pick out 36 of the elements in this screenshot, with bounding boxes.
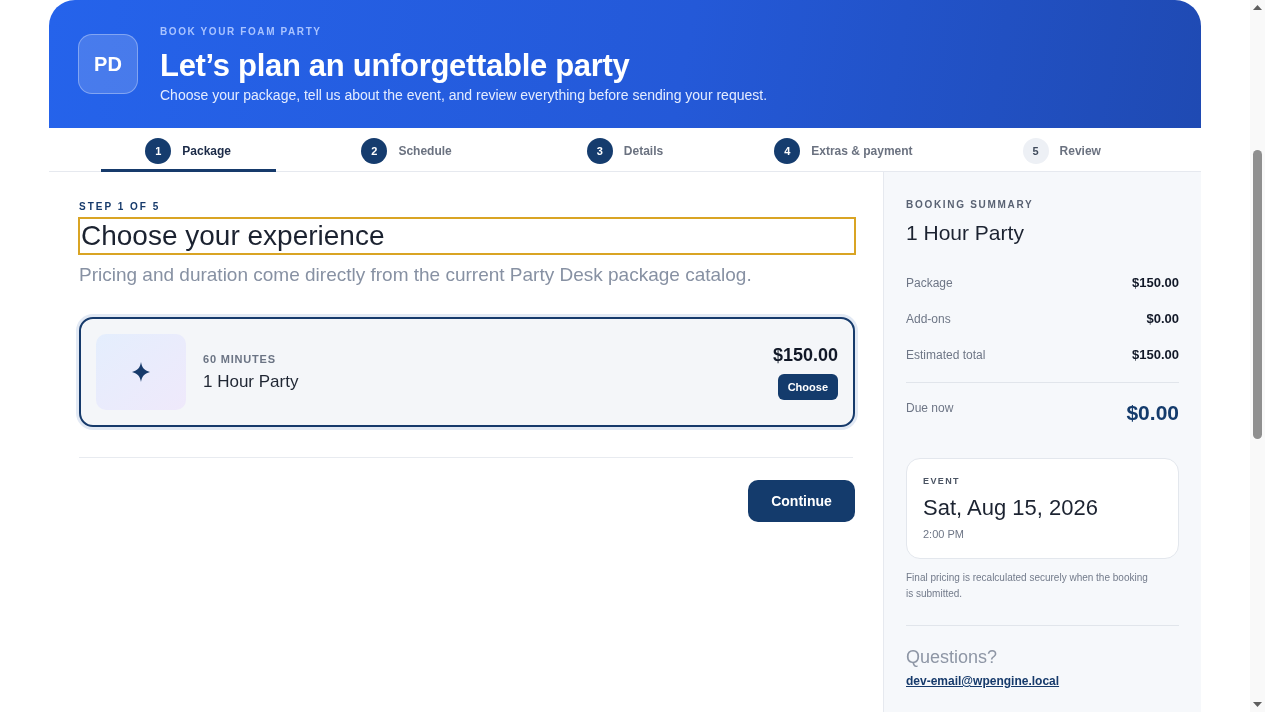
logo: PD [78,34,138,94]
header-eyebrow: BOOK YOUR FOAM PARTY [160,24,323,39]
summary-value: $0.00 [1146,311,1179,327]
page-subtitle: Choose your package, tell us about the event, and review everything before sending your request. [160,85,768,104]
package-price: $150.00 [772,344,838,366]
section-description: Pricing and duration come directly from the current Party Desk package catalog. [79,263,753,287]
summary-value: $150.00 [1132,347,1179,363]
email-link[interactable]: dev-email@wpengine.local [906,673,1060,689]
event-eyebrow: EVENT [923,475,961,487]
scrollbar-thumb[interactable] [1253,150,1262,439]
due-label: Due now [906,400,954,416]
step-tab[interactable]: 4 Extras & payment [755,128,931,172]
summary-value: $150.00 [1132,275,1179,291]
choose-button[interactable]: Choose [777,374,838,400]
summary-package-name: 1 Hour Party [906,220,1025,246]
step-tab[interactable]: 2 Schedule [319,128,495,172]
pricing-note: Final pricing is recalculated securely when the booking is submitted. [906,571,1149,601]
scroll-down-icon[interactable] [1253,702,1262,707]
package-card[interactable]: 60 MINUTES 1 Hour Party $150.00 Choose [79,317,855,427]
summary-label: Add-ons [906,311,951,327]
event-date: Sat, Aug 15, 2026 [923,494,1099,522]
page-title: Let’s plan an unforgettable party [160,47,631,84]
scroll-up-icon[interactable] [1253,5,1262,10]
step-tab[interactable]: 3 Details [537,128,713,172]
continue-button[interactable]: Continue [748,480,855,522]
step-eyebrow: STEP 1 OF 5 [79,200,162,214]
section-heading: Choose your experience [80,219,854,253]
summary-label: Package [906,275,953,291]
event-time: 2:00 PM [923,527,965,541]
package-name: 1 Hour Party [203,370,300,393]
summary-eyebrow: BOOKING SUMMARY [906,198,1035,212]
summary-label: Estimated total [906,347,986,363]
questions-heading: Questions? [906,646,999,669]
package-duration: 60 MINUTES [203,351,277,366]
sparkle-icon [96,334,186,410]
due-amount: $0.00 [1126,400,1179,426]
